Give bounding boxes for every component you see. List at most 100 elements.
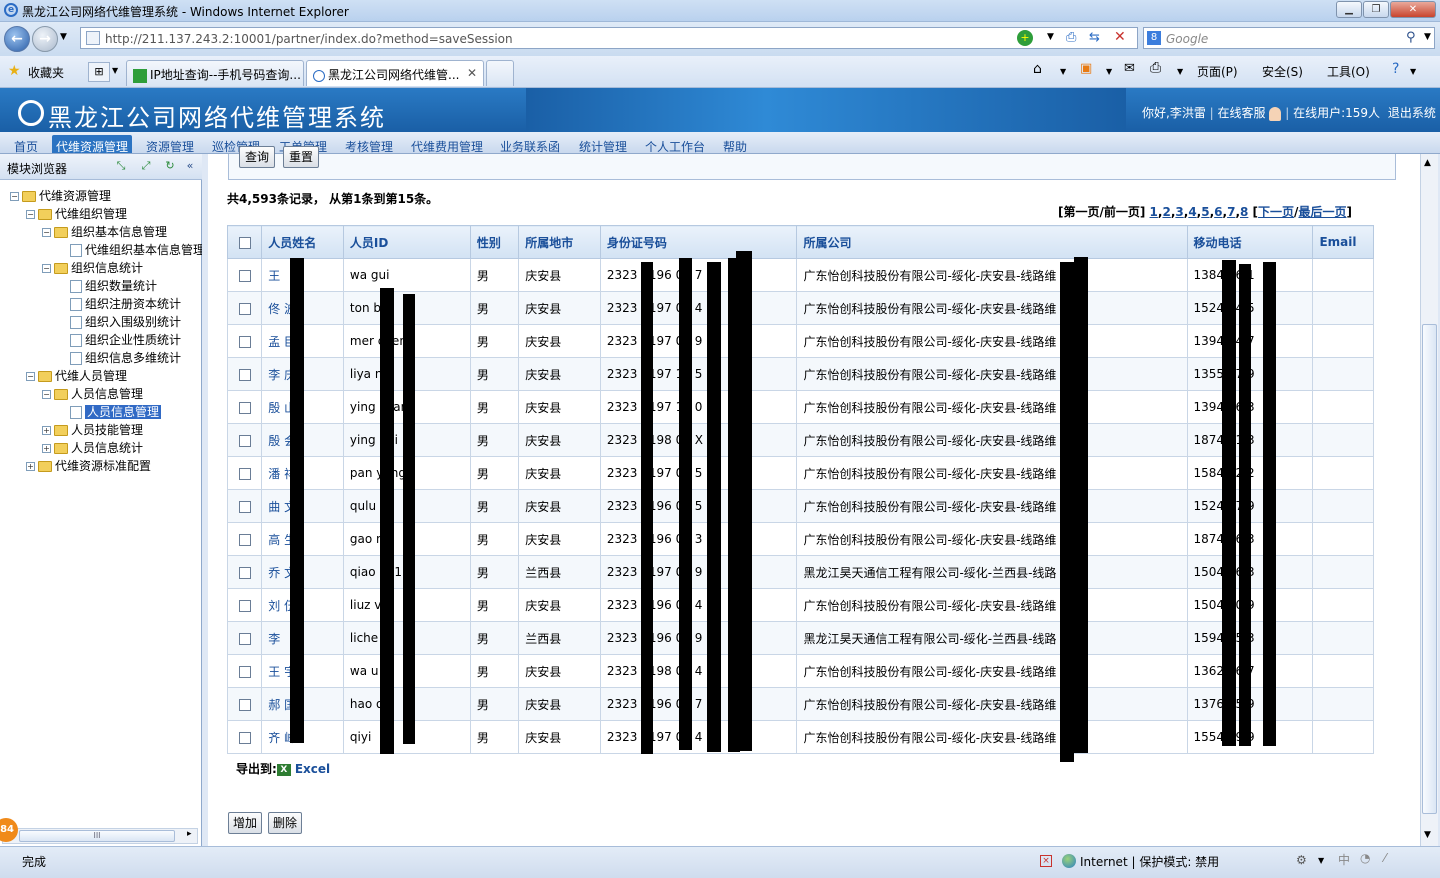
tree-horizontal-scrollbar[interactable]: ◂ III ▸ — [2, 828, 198, 844]
scroll-thumb[interactable]: III — [19, 830, 175, 842]
row-select-cell[interactable] — [226, 258, 263, 292]
feeds-icon[interactable]: ▣ — [1080, 61, 1092, 76]
address-dropdown-icon[interactable]: ▼ — [1047, 32, 1054, 42]
history-dropdown-icon[interactable]: ▼ — [60, 32, 67, 42]
zone-dropdown-icon[interactable]: ▼ — [1318, 856, 1324, 865]
table-row[interactable]: 王 宇 wa u 男庆安县 2323 0198 01 4 广东怡创科技股份有限公司-绥化… — [226, 654, 1374, 688]
tree-node[interactable]: − 代维组织管理 — [26, 206, 127, 222]
help-icon[interactable]: ? — [1392, 61, 1399, 77]
row-checkbox[interactable] — [238, 698, 251, 711]
scroll-right-icon[interactable]: ▸ — [187, 829, 192, 839]
next-page-link[interactable]: 下一页 — [1258, 205, 1294, 219]
row-checkbox[interactable] — [238, 302, 251, 315]
zoom-icon[interactable]: ⁄ — [1384, 851, 1386, 865]
row-select-cell[interactable] — [226, 555, 263, 589]
scroll-down-icon[interactable]: ▼ — [1424, 830, 1431, 840]
page-link-2[interactable]: 2 — [1162, 205, 1170, 219]
row-select-cell[interactable] — [226, 456, 263, 490]
tree-node[interactable]: − 组织基本信息管理 — [42, 224, 167, 240]
new-tab-button[interactable] — [486, 60, 514, 86]
last-page-link[interactable]: 最后一页 — [1298, 205, 1346, 219]
refresh-icon[interactable]: ⇆ — [1089, 30, 1100, 45]
expand-icon[interactable]: + — [42, 444, 51, 453]
page-link-1[interactable]: 1 — [1150, 205, 1158, 219]
page-link-7[interactable]: 7 — [1227, 205, 1235, 219]
table-row[interactable]: 李 liche 男兰西县 2323 5196 01 9 黑龙江昊天通信工程有限公司-绥化… — [226, 621, 1374, 655]
menu-assessment[interactable]: 考核管理 — [345, 138, 393, 153]
collapse-all-icon[interactable]: ⤢ — [139, 159, 153, 173]
tab-list-dropdown-icon[interactable]: ▼ — [112, 66, 118, 75]
collapse-icon[interactable]: − — [26, 210, 35, 219]
favorites-button[interactable]: 收藏夹 — [28, 64, 64, 81]
online-service-link[interactable]: 在线客服 — [1218, 106, 1266, 120]
row-checkbox[interactable] — [238, 269, 251, 282]
back-button[interactable]: ← — [4, 26, 30, 52]
quick-tabs-icon[interactable]: ⊞ — [88, 62, 110, 82]
search-dropdown-icon[interactable]: ▼ — [1424, 32, 1431, 42]
refresh-tree-icon[interactable]: ↻ — [163, 159, 177, 173]
collapse-icon[interactable]: − — [42, 390, 51, 399]
col-mobile[interactable]: 移动电话 — [1186, 225, 1314, 259]
row-select-cell[interactable] — [226, 687, 263, 721]
row-checkbox[interactable] — [238, 731, 251, 744]
help-dropdown-icon[interactable]: ▼ — [1410, 67, 1416, 76]
select-all-cell[interactable] — [226, 225, 263, 259]
tree-node[interactable]: − 组织信息统计 — [42, 260, 143, 276]
row-checkbox[interactable] — [238, 533, 251, 546]
scroll-up-icon[interactable]: ▲ — [1424, 158, 1431, 168]
row-select-cell[interactable] — [226, 357, 263, 391]
row-select-cell[interactable] — [226, 423, 263, 457]
rss-compat-icon[interactable]: ⎙ — [1066, 30, 1076, 45]
page-link-5[interactable]: 5 — [1201, 205, 1209, 219]
safety-menu[interactable]: 安全(S) — [1262, 63, 1303, 80]
page-link-4[interactable]: 4 — [1188, 205, 1196, 219]
forward-button[interactable]: → — [32, 26, 58, 52]
tree-node[interactable]: 组织注册资本统计 — [70, 296, 181, 312]
tree-node[interactable]: + 人员技能管理 — [42, 422, 143, 438]
excel-icon[interactable]: X — [276, 763, 291, 776]
search-icon[interactable]: ⚲ — [1406, 30, 1416, 45]
status-icon[interactable]: ◔ — [1360, 851, 1370, 865]
tree-node-selected[interactable]: 人员信息管理 — [70, 404, 162, 420]
row-checkbox[interactable] — [238, 665, 251, 678]
add-button[interactable]: 增加 — [228, 812, 262, 834]
tree-node[interactable]: 组织企业性质统计 — [70, 332, 181, 348]
row-select-cell[interactable] — [226, 390, 263, 424]
table-row[interactable]: 王 wa gui 男庆安县 2323 0196 04 7 广东怡创科技股份有限公司-绥化… — [226, 258, 1374, 292]
row-checkbox[interactable] — [238, 500, 251, 513]
table-row[interactable]: 曲 文 qulu 男庆安县 2323 0196 03 5 广东怡创科技股份有限公司-绥化… — [226, 489, 1374, 523]
table-row[interactable]: 乔 文 qiao en1 男兰西县 2323 5197 05 9 黑龙江昊天通信工程有限… — [226, 555, 1374, 589]
page-link-6[interactable]: 6 — [1214, 205, 1222, 219]
table-row[interactable]: 李 庆 liya n 男庆安县 2323 0197 11 5 广东怡创科技股份有限公司-… — [226, 357, 1374, 391]
maximize-button[interactable]: ❐ — [1363, 1, 1389, 18]
table-row[interactable]: 殷 山ying shan男庆安县2323 0197 11 0广东怡创科技股份有限… — [226, 390, 1374, 424]
feeds-dropdown-icon[interactable]: ▼ — [1106, 67, 1112, 76]
tree-node[interactable]: + 人员信息统计 — [42, 440, 143, 456]
col-email[interactable]: Email — [1312, 225, 1374, 259]
table-row[interactable]: 高 生 gao ng 男庆安县 2323 0196 05 3 广东怡创科技股份有限公司-… — [226, 522, 1374, 556]
tools-menu[interactable]: 工具(O) — [1327, 63, 1370, 80]
table-row[interactable]: 佟 波 ton bo 男庆安县 2323 0197 01 4 广东怡创科技股份有限公司-… — [226, 291, 1374, 325]
collapse-icon[interactable]: − — [26, 372, 35, 381]
close-window-button[interactable]: ✕ — [1390, 1, 1436, 18]
collapse-icon[interactable]: − — [10, 192, 19, 201]
table-row[interactable]: 齐 峰 qiyi 男庆安县 2323 0197 04 4 广东怡创科技股份有限公司-绥化… — [226, 720, 1374, 754]
security-zone[interactable]: Internet | 保护模式: 禁用 — [1080, 853, 1219, 870]
col-gender[interactable]: 性别 — [469, 225, 520, 259]
logout-link[interactable]: 退出系统 — [1388, 106, 1436, 120]
table-row[interactable]: 郝 国 hao o 男庆安县 2323 0196 09 7 广东怡创科技股份有限公司-绥… — [226, 687, 1374, 721]
row-select-cell[interactable] — [226, 588, 263, 622]
tree-node[interactable]: 组织数量统计 — [70, 278, 157, 294]
menu-business-letters[interactable]: 业务联系函 — [500, 138, 560, 153]
stop-icon[interactable]: ✕ — [1114, 29, 1126, 45]
row-select-cell[interactable] — [226, 324, 263, 358]
col-company[interactable]: 所属公司 — [796, 225, 1188, 259]
security-settings-icon[interactable]: ⚙ — [1296, 853, 1307, 867]
collapse-panel-icon[interactable]: « — [183, 159, 197, 173]
tree-node[interactable]: 代维组织基本信息管理 — [70, 242, 202, 258]
select-all-checkbox[interactable] — [238, 236, 251, 249]
row-select-cell[interactable] — [226, 522, 263, 556]
popup-blocked-icon[interactable]: × — [1040, 855, 1052, 867]
row-checkbox[interactable] — [238, 434, 251, 447]
query-button[interactable]: 查询 — [239, 146, 275, 168]
